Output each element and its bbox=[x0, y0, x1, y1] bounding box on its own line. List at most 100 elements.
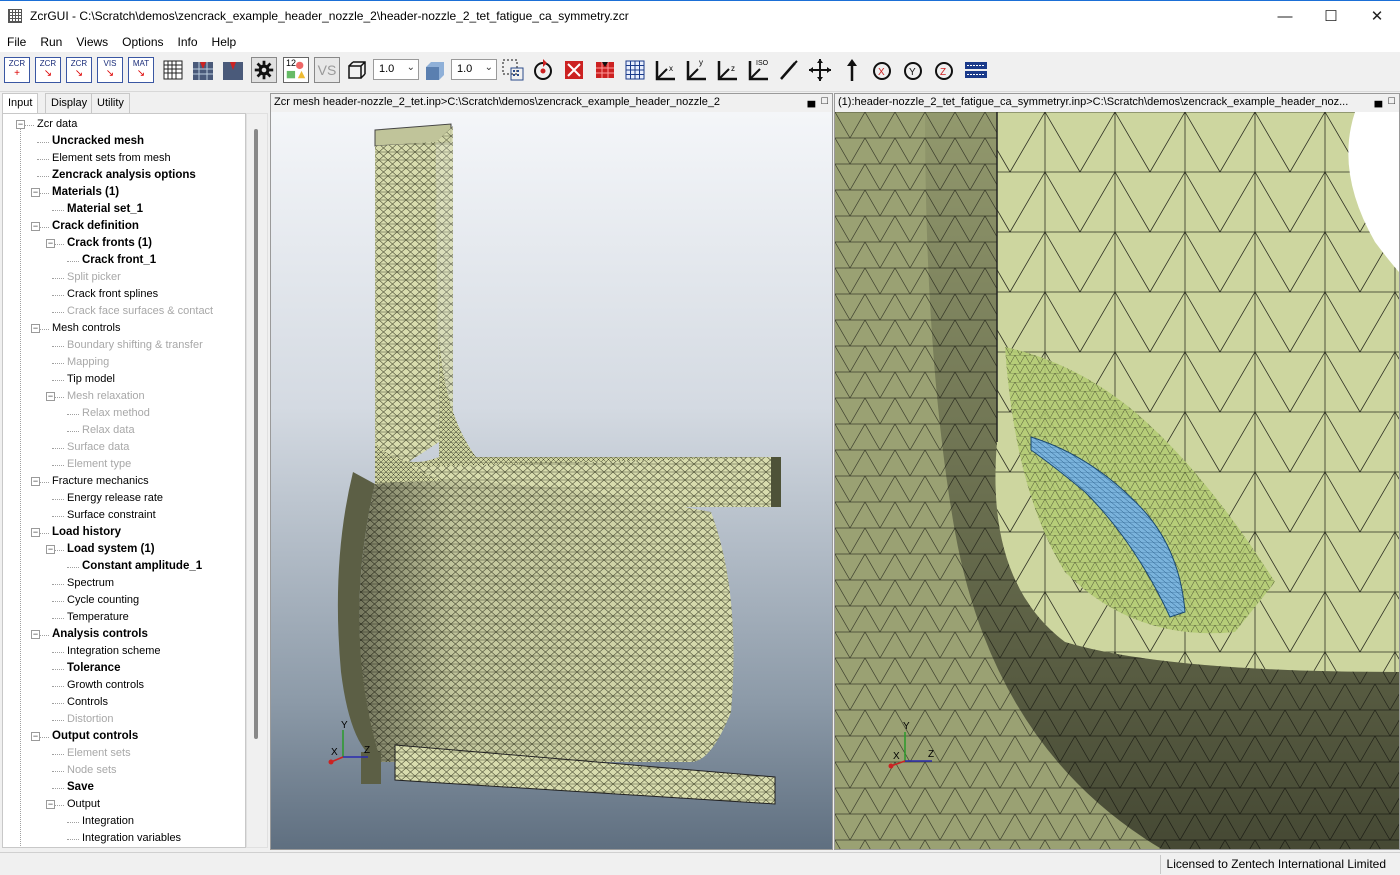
tree-scrollbar[interactable] bbox=[246, 113, 268, 848]
tree-item[interactable]: Controls bbox=[67, 694, 108, 711]
crack-block-icon[interactable] bbox=[220, 57, 246, 83]
minimize-button[interactable]: — bbox=[1262, 1, 1308, 31]
pane-minimize-icon[interactable]: ▄ bbox=[1375, 95, 1383, 107]
zcr-open-button[interactable]: ZCR ↘ bbox=[35, 57, 61, 83]
scale-combo[interactable]: 1.0 ⌄ bbox=[451, 59, 497, 80]
tree-item[interactable]: Crack fronts (1) bbox=[67, 235, 152, 252]
line-tool-icon[interactable] bbox=[776, 57, 802, 83]
tree-item[interactable]: Mesh controls bbox=[52, 320, 120, 337]
tree-item[interactable]: Mesh relaxation bbox=[67, 388, 145, 405]
tree-item[interactable]: Growth controls bbox=[67, 677, 144, 694]
tree-item[interactable]: Distortion bbox=[67, 711, 113, 728]
tree-item[interactable]: Cycle counting bbox=[67, 592, 139, 609]
crack-mesh-icon[interactable] bbox=[190, 57, 216, 83]
mesh-viewport[interactable]: Y X Z bbox=[271, 112, 832, 849]
view-x-axis-icon[interactable]: x bbox=[652, 57, 678, 83]
tab-input[interactable]: Input bbox=[2, 93, 39, 114]
tree-collapse-icon[interactable]: − bbox=[31, 477, 40, 486]
tree-item[interactable]: Boundary shifting & transfer bbox=[67, 337, 203, 354]
crack-view-icon[interactable] bbox=[592, 57, 618, 83]
tree-collapse-icon[interactable]: − bbox=[31, 222, 40, 231]
tree-item[interactable]: Integration variables bbox=[82, 830, 181, 847]
tree-item[interactable]: Tolerance bbox=[67, 660, 120, 677]
tree-item[interactable]: Split picker bbox=[67, 269, 121, 286]
tree-item[interactable]: Integration bbox=[82, 813, 134, 830]
tree-collapse-icon[interactable]: − bbox=[46, 545, 55, 554]
view-z-axis-icon[interactable]: z bbox=[714, 57, 740, 83]
view-iso-icon[interactable]: ISO bbox=[745, 57, 771, 83]
hide-mesh-icon[interactable] bbox=[561, 57, 587, 83]
tree-collapse-icon[interactable]: − bbox=[31, 732, 40, 741]
pane-maximize-icon[interactable]: □ bbox=[821, 95, 828, 107]
tree-item[interactable]: Element sets from mesh bbox=[52, 150, 171, 167]
grid-view-icon[interactable] bbox=[622, 57, 648, 83]
tree-item[interactable]: Output controls bbox=[52, 728, 138, 745]
tree-item[interactable]: Element type bbox=[67, 456, 131, 473]
maximize-button[interactable]: ☐ bbox=[1308, 1, 1354, 31]
menu-file[interactable]: File bbox=[0, 35, 33, 49]
shrink-combo[interactable]: 1.0 ⌄ bbox=[373, 59, 419, 80]
menu-views[interactable]: Views bbox=[69, 35, 115, 49]
tree-item[interactable]: Constant amplitude_1 bbox=[82, 558, 202, 575]
scrollbar-thumb[interactable] bbox=[254, 129, 258, 739]
tree-item[interactable]: Load history bbox=[52, 524, 121, 541]
pane-minimize-icon[interactable]: ▄ bbox=[808, 95, 816, 107]
reset-view-icon[interactable] bbox=[530, 57, 556, 83]
tree-item[interactable]: Temperature bbox=[67, 609, 129, 626]
tree-collapse-icon[interactable]: − bbox=[31, 528, 40, 537]
tree-collapse-icon[interactable]: − bbox=[31, 188, 40, 197]
zcr-run-button[interactable]: ZCR ↘ bbox=[66, 57, 92, 83]
tree-item[interactable]: Node sets bbox=[67, 762, 117, 779]
menu-run[interactable]: Run bbox=[33, 35, 69, 49]
menu-info[interactable]: Info bbox=[171, 35, 205, 49]
tree-item[interactable]: Energy release rate bbox=[67, 490, 163, 507]
tab-utility[interactable]: Utility bbox=[91, 93, 130, 113]
mesh-grid-icon[interactable] bbox=[160, 57, 186, 83]
scale-cube-icon[interactable] bbox=[422, 57, 448, 83]
rotate-z-icon[interactable]: Z bbox=[931, 57, 957, 83]
tree-item[interactable]: Load system (1) bbox=[67, 541, 155, 558]
pan-icon[interactable] bbox=[807, 57, 833, 83]
menu-help[interactable]: Help bbox=[205, 35, 244, 49]
crack-viewport[interactable]: Y X Z bbox=[835, 112, 1399, 849]
numbering-button[interactable]: 12 bbox=[283, 57, 309, 83]
tree-item[interactable]: Output bbox=[67, 796, 100, 813]
tree-item[interactable]: Relax data bbox=[82, 422, 135, 439]
mat-button[interactable]: MAT ↘ bbox=[128, 57, 154, 83]
tree-collapse-icon[interactable]: − bbox=[46, 800, 55, 809]
zcr-new-button[interactable]: ZCR + bbox=[4, 57, 30, 83]
rotate-y-icon[interactable]: Y bbox=[900, 57, 926, 83]
tree-item[interactable]: Crack front splines bbox=[67, 286, 158, 303]
zoom-region-icon[interactable] bbox=[500, 57, 526, 83]
tile-views-icon[interactable] bbox=[963, 57, 989, 83]
tree-item[interactable]: Relax method bbox=[82, 405, 150, 422]
tree-item[interactable]: Mapping bbox=[67, 354, 109, 371]
tree-item[interactable]: Materials (1) bbox=[52, 184, 119, 201]
vis-button[interactable]: VIS ↘ bbox=[97, 57, 123, 83]
menu-options[interactable]: Options bbox=[115, 35, 170, 49]
tree-item[interactable]: Uncracked mesh bbox=[52, 133, 144, 150]
pane-maximize-icon[interactable]: □ bbox=[1388, 95, 1395, 107]
tree-item[interactable]: Fracture mechanics bbox=[52, 473, 149, 490]
tree-collapse-icon[interactable]: − bbox=[31, 630, 40, 639]
tree-collapse-icon[interactable]: − bbox=[46, 239, 55, 248]
tree-item[interactable]: Zcr data bbox=[37, 116, 77, 133]
shrink-cube-icon[interactable] bbox=[344, 57, 370, 83]
tree-item[interactable]: Surface constraint bbox=[67, 507, 156, 524]
tree-item[interactable]: Crack face surfaces & contact bbox=[67, 303, 213, 320]
tree-collapse-icon[interactable]: − bbox=[31, 324, 40, 333]
tab-display[interactable]: Display bbox=[45, 93, 94, 113]
tree-item[interactable]: Analysis controls bbox=[52, 626, 148, 643]
tree-item[interactable]: Zencrack analysis options bbox=[52, 167, 196, 184]
close-button[interactable]: ✕ bbox=[1354, 1, 1400, 31]
tree-item[interactable]: Integration scheme bbox=[67, 643, 161, 660]
tree-item[interactable]: Element sets bbox=[67, 745, 131, 762]
tree-item[interactable]: Crack definition bbox=[52, 218, 139, 235]
view-y-axis-icon[interactable]: y bbox=[683, 57, 709, 83]
tree-item[interactable]: Spectrum bbox=[67, 575, 114, 592]
rotate-x-icon[interactable]: X bbox=[869, 57, 895, 83]
tree-item[interactable]: Save bbox=[67, 779, 94, 796]
tree-collapse-icon[interactable]: − bbox=[46, 392, 55, 401]
vs-button[interactable]: VS bbox=[314, 57, 340, 83]
tree-item[interactable]: Material set_1 bbox=[67, 201, 143, 218]
